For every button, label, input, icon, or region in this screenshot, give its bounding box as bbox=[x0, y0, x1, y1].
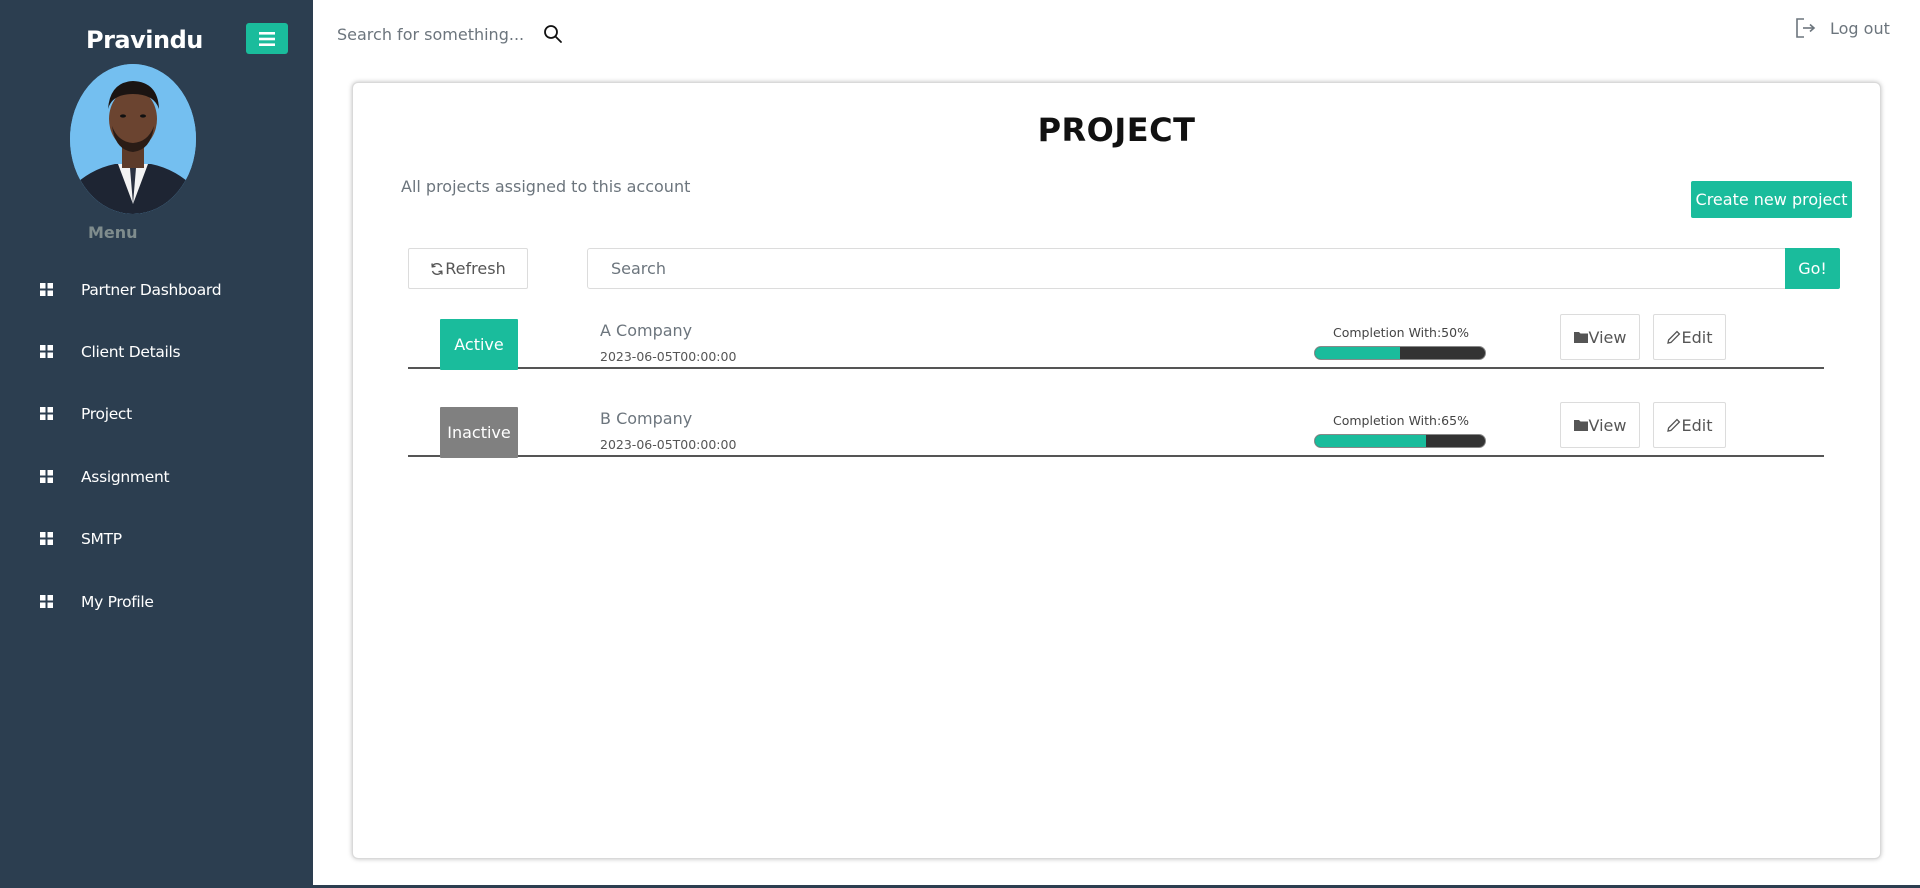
page-subtitle: All projects assigned to this account bbox=[401, 177, 691, 196]
progress-fill bbox=[1315, 347, 1400, 359]
sidebar-item-label: Project bbox=[81, 405, 132, 423]
edit-label: Edit bbox=[1681, 327, 1713, 347]
logout-label: Log out bbox=[1830, 18, 1890, 38]
edit-label: Edit bbox=[1681, 415, 1713, 435]
page-title: PROJECT bbox=[1037, 111, 1196, 149]
refresh-icon bbox=[431, 262, 443, 275]
sidebar: Pravindu Menu Partner Dashboard Client D… bbox=[0, 0, 313, 888]
search-icon[interactable] bbox=[543, 24, 563, 44]
view-button[interactable]: View bbox=[1560, 402, 1640, 448]
project-date: 2023-06-05T00:00:00 bbox=[600, 437, 737, 452]
edit-button[interactable]: Edit bbox=[1653, 314, 1726, 360]
progress-fill bbox=[1315, 435, 1426, 447]
sidebar-item-label: My Profile bbox=[81, 593, 154, 611]
edit-button[interactable]: Edit bbox=[1653, 402, 1726, 448]
grid-icon bbox=[40, 407, 53, 420]
view-button[interactable]: View bbox=[1560, 314, 1640, 360]
project-search-input[interactable] bbox=[587, 248, 1806, 289]
top-search-input[interactable] bbox=[337, 21, 567, 47]
refresh-button[interactable]: Refresh bbox=[408, 248, 528, 289]
go-button[interactable]: Go! bbox=[1785, 248, 1840, 289]
sidebar-item-label: Partner Dashboard bbox=[81, 281, 222, 299]
grid-icon bbox=[40, 283, 53, 296]
company-name: B Company bbox=[600, 409, 693, 428]
pencil-icon bbox=[1666, 418, 1680, 432]
project-row: Active A Company 2023-06-05T00:00:00 Com… bbox=[408, 309, 1824, 370]
create-project-button[interactable]: Create new project bbox=[1691, 181, 1852, 218]
sidebar-item-label: SMTP bbox=[81, 530, 122, 548]
menu-caption: Menu bbox=[88, 223, 138, 242]
completion-label: Completion With:50% bbox=[1333, 325, 1469, 340]
folder-icon bbox=[1573, 332, 1588, 343]
status-badge: Active bbox=[440, 319, 518, 370]
menu-toggle-button[interactable] bbox=[246, 23, 288, 54]
progress-bar bbox=[1314, 434, 1486, 448]
grid-icon bbox=[40, 595, 53, 608]
sidebar-item-label: Client Details bbox=[81, 343, 181, 361]
company-name: A Company bbox=[600, 321, 693, 340]
sidebar-item-my-profile[interactable]: My Profile bbox=[0, 580, 313, 624]
view-label: View bbox=[1588, 327, 1627, 347]
pencil-icon bbox=[1666, 330, 1680, 344]
sidebar-item-client-details[interactable]: Client Details bbox=[0, 330, 313, 374]
project-row: Inactive B Company 2023-06-05T00:00:00 C… bbox=[408, 397, 1824, 458]
project-date: 2023-06-05T00:00:00 bbox=[600, 349, 737, 364]
sidebar-item-smtp[interactable]: SMTP bbox=[0, 517, 313, 561]
sidebar-item-partner-dashboard[interactable]: Partner Dashboard bbox=[0, 268, 313, 312]
sidebar-item-assignment[interactable]: Assignment bbox=[0, 455, 313, 499]
hamburger-icon bbox=[259, 31, 275, 46]
sidebar-item-label: Assignment bbox=[81, 468, 170, 486]
view-label: View bbox=[1588, 415, 1627, 435]
project-card: PROJECT All projects assigned to this ac… bbox=[352, 82, 1881, 859]
folder-icon bbox=[1573, 420, 1588, 431]
sidebar-item-project[interactable]: Project bbox=[0, 392, 313, 436]
grid-icon bbox=[40, 532, 53, 545]
logout-icon bbox=[1796, 18, 1816, 38]
status-badge: Inactive bbox=[440, 407, 518, 458]
refresh-label: Refresh bbox=[445, 259, 506, 278]
avatar bbox=[70, 64, 196, 214]
progress-bar bbox=[1314, 346, 1486, 360]
grid-icon bbox=[40, 345, 53, 358]
logout-button[interactable]: Log out bbox=[1794, 17, 1890, 39]
completion-label: Completion With:65% bbox=[1333, 413, 1469, 428]
brand-name: Pravindu bbox=[86, 26, 203, 54]
grid-icon bbox=[40, 470, 53, 483]
